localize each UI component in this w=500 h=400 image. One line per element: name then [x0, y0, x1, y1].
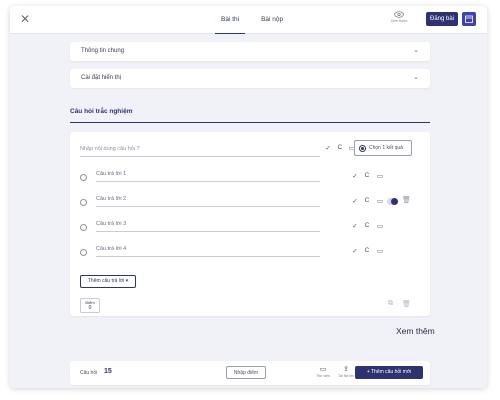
formula-icon[interactable]: ✓ — [351, 197, 359, 205]
answer-radio[interactable] — [80, 224, 87, 231]
panel-title: Cài đặt hiển thị — [81, 75, 122, 81]
answer-mode-select[interactable]: Chọn 1 kết quả — [354, 140, 412, 156]
answer-row: Câu trả lời 4 ✓ C ▭ — [80, 246, 420, 260]
correct-answer-toggle[interactable] — [387, 198, 398, 205]
section-title: Câu hỏi trắc nghiệm — [70, 108, 133, 115]
formula-icon[interactable]: ✓ — [351, 222, 359, 230]
image-icon[interactable]: ▭ — [376, 222, 384, 230]
close-icon[interactable]: ✕ — [20, 12, 30, 26]
calendar-icon — [465, 15, 473, 23]
section-divider — [70, 122, 430, 123]
upload-button[interactable]: ⇪ Tải file lên — [336, 365, 356, 378]
question-input[interactable]: Nhập nội dung câu hỏi ? — [80, 144, 320, 157]
eye-icon — [394, 11, 404, 18]
image-icon[interactable]: ▭ — [376, 172, 384, 180]
folder-icon: ▭ — [319, 366, 327, 373]
answer-row: Câu trả lời 1 ✓ C ▭ — [80, 171, 420, 185]
answer-input[interactable]: Câu trả lời 3 — [96, 221, 320, 232]
score-field[interactable]: Điểm 0 — [80, 298, 100, 313]
chevron-down-icon[interactable]: ⌄ — [413, 73, 419, 81]
answer-radio[interactable] — [80, 249, 87, 256]
panel-general-info[interactable]: Thông tin chung ⌄ — [70, 42, 430, 61]
refresh-icon[interactable]: C — [363, 197, 371, 204]
radio-selected-icon — [359, 145, 366, 152]
panel-display-settings[interactable]: Cài đặt hiển thị ⌄ — [70, 69, 430, 88]
copy-icon[interactable]: ⧉ — [388, 300, 393, 308]
question-count-label: Câu hỏi — [80, 370, 98, 376]
question-card: Nhập nội dung câu hỏi ? ✓ C ▭ Chọn 1 kết… — [70, 132, 430, 316]
refresh-icon[interactable]: C — [336, 144, 344, 151]
answer-input[interactable]: Câu trả lời 2 — [96, 196, 320, 207]
app-window: ✕ Bài thi Bài nộp Xem trước Đăng bài Thô… — [10, 6, 487, 388]
image-icon[interactable]: ▭ — [376, 247, 384, 255]
formula-icon[interactable]: ✓ — [324, 144, 332, 152]
answer-mode-label: Chọn 1 kết quả — [369, 145, 403, 151]
question-count: 15 — [104, 368, 112, 375]
answer-input[interactable]: Câu trả lời 1 — [96, 171, 320, 182]
preview-label: Xem trước — [390, 19, 408, 23]
refresh-icon[interactable]: C — [363, 222, 371, 229]
answer-row: Câu trả lời 3 ✓ C ▭ — [80, 221, 420, 235]
upload-label: Tải file lên — [338, 374, 354, 378]
tab-exam[interactable]: Bài thi — [215, 6, 246, 34]
upload-icon: ⇪ — [343, 366, 349, 373]
panel-title: Thông tin chung — [81, 48, 125, 54]
answer-radio[interactable] — [80, 174, 87, 181]
chevron-down-icon: ▾ — [125, 278, 129, 284]
chevron-down-icon[interactable]: ⌄ — [413, 46, 419, 54]
see-more-link[interactable]: Xem thêm — [396, 326, 435, 336]
score-value[interactable]: 0 — [81, 305, 99, 311]
answer-radio[interactable] — [80, 199, 87, 206]
add-answer-label: Thêm câu trả lời — [87, 278, 125, 284]
top-bar: ✕ Bài thi Bài nộp Xem trước Đăng bài — [10, 6, 487, 34]
library-label: Thư viện — [316, 374, 330, 378]
add-question-button[interactable]: + Thêm câu hỏi mới — [355, 366, 423, 379]
import-score-button[interactable]: Nhập điểm — [226, 366, 266, 379]
add-question-label: Thêm câu hỏi mới — [370, 369, 412, 375]
preview-button[interactable]: Xem trước — [387, 11, 411, 23]
tab-bar: Bài thi Bài nộp — [215, 6, 289, 34]
bottom-bar: Câu hỏi 15 Nhập điểm ▭ Thư viện ⇪ Tải fi… — [70, 361, 430, 385]
answer-row: Câu trả lời 2 ✓ C ▭ 🗑 — [80, 196, 420, 210]
formula-icon[interactable]: ✓ — [351, 247, 359, 255]
image-icon[interactable]: ▭ — [376, 197, 384, 205]
post-button[interactable]: Đăng bài — [426, 12, 458, 26]
trash-icon[interactable]: 🗑 — [402, 300, 411, 308]
plus-icon: + — [366, 369, 370, 375]
refresh-icon[interactable]: C — [363, 172, 371, 179]
refresh-icon[interactable]: C — [363, 247, 371, 254]
tab-submissions[interactable]: Bài nộp — [255, 6, 289, 34]
answer-input[interactable]: Câu trả lời 4 — [96, 246, 320, 257]
library-button[interactable]: ▭ Thư viện — [313, 365, 333, 378]
add-answer-button[interactable]: Thêm câu trả lời ▾ — [80, 275, 136, 288]
formula-icon[interactable]: ✓ — [351, 172, 359, 180]
trash-icon[interactable]: 🗑 — [402, 196, 411, 204]
calendar-button[interactable] — [462, 12, 476, 26]
